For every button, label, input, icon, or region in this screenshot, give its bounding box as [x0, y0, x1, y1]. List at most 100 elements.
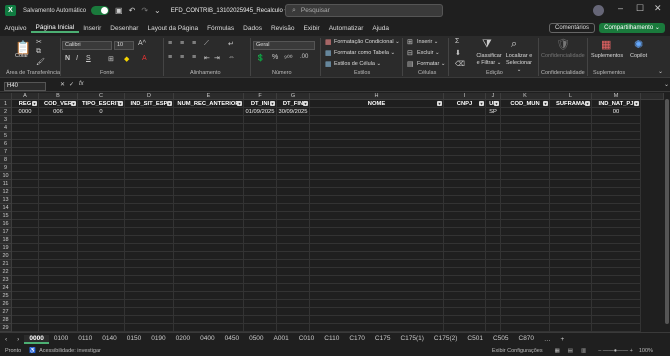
empty-cell[interactable] [125, 292, 174, 300]
empty-cell[interactable] [444, 244, 486, 252]
empty-cell[interactable] [12, 124, 39, 132]
empty-cell[interactable] [174, 124, 244, 132]
empty-cell[interactable] [310, 324, 444, 332]
empty-cell[interactable] [501, 308, 550, 316]
empty-cell[interactable] [444, 188, 486, 196]
clear-icon[interactable]: ⌫ [455, 60, 465, 68]
empty-cell[interactable] [244, 236, 277, 244]
row-header[interactable]: 11 [0, 180, 12, 188]
sheet-tab[interactable]: C175(1) [395, 335, 428, 344]
empty-cell[interactable] [592, 276, 641, 284]
empty-cell[interactable] [550, 316, 592, 324]
empty-cell[interactable] [244, 276, 277, 284]
decrease-indent-icon[interactable]: ⇤ [204, 54, 210, 62]
empty-cell[interactable] [174, 268, 244, 276]
empty-cell[interactable] [39, 132, 78, 140]
empty-cell[interactable] [310, 252, 444, 260]
empty-cell[interactable] [78, 204, 125, 212]
empty-cell[interactable] [310, 260, 444, 268]
empty-cell[interactable] [12, 316, 39, 324]
empty-cell[interactable] [277, 204, 310, 212]
column-header-k[interactable]: K [501, 93, 550, 100]
empty-cell[interactable] [444, 284, 486, 292]
menu-ajuda[interactable]: Ajuda [368, 25, 394, 32]
empty-cell[interactable] [592, 252, 641, 260]
empty-cell[interactable] [244, 188, 277, 196]
row-header[interactable]: 1 [0, 100, 12, 108]
row-header[interactable]: 22 [0, 268, 12, 276]
empty-cell[interactable] [310, 244, 444, 252]
empty-cell[interactable] [174, 156, 244, 164]
worksheet-grid[interactable]: A B C D E F G H I J K L M 1 REG ▾ COD_VER ▾ TIPO_ESCRIT ▾ IN… [0, 93, 664, 332]
empty-cell[interactable] [277, 228, 310, 236]
empty-cell[interactable] [277, 236, 310, 244]
empty-cell[interactable] [501, 124, 550, 132]
data-cell[interactable]: SP [486, 108, 501, 116]
empty-cell[interactable] [125, 252, 174, 260]
data-cell[interactable]: 30/09/2025 [277, 108, 310, 116]
empty-cell[interactable] [174, 188, 244, 196]
empty-cell[interactable] [12, 156, 39, 164]
empty-cell[interactable] [174, 164, 244, 172]
empty-cell[interactable] [39, 220, 78, 228]
empty-cell[interactable] [592, 188, 641, 196]
align-bottom-icon[interactable]: ≡ [192, 40, 196, 47]
currency-icon[interactable]: 💲 [256, 54, 265, 62]
header-cell-ind-nat-pj[interactable]: IND_NAT_PJ ▾ [592, 100, 641, 108]
empty-cell[interactable] [125, 164, 174, 172]
sheet-tab[interactable]: C501 [462, 335, 488, 344]
empty-cell[interactable] [39, 284, 78, 292]
empty-cell[interactable] [550, 284, 592, 292]
empty-cell[interactable] [244, 180, 277, 188]
row-header[interactable]: 26 [0, 300, 12, 308]
empty-cell[interactable] [277, 148, 310, 156]
empty-cell[interactable] [39, 188, 78, 196]
insert-cells-button[interactable]: Inserir ⌄ [417, 39, 438, 45]
empty-cell[interactable] [78, 212, 125, 220]
sort-filter-button[interactable]: Classificar e Filtrar ⌄ [476, 53, 502, 67]
empty-cell[interactable] [174, 132, 244, 140]
empty-cell[interactable] [592, 220, 641, 228]
empty-cell[interactable] [277, 180, 310, 188]
row-header[interactable]: 21 [0, 260, 12, 268]
empty-cell[interactable] [444, 196, 486, 204]
empty-cell[interactable] [12, 268, 39, 276]
redo-icon[interactable]: ↷ [141, 6, 148, 15]
insert-function-icon[interactable]: fx [79, 81, 84, 87]
empty-cell[interactable] [550, 212, 592, 220]
page-break-icon[interactable]: ▥ [581, 348, 586, 354]
empty-cell[interactable] [244, 212, 277, 220]
column-header-c[interactable]: C [78, 93, 125, 100]
empty-cell[interactable] [277, 276, 310, 284]
empty-cell[interactable] [550, 148, 592, 156]
empty-cell[interactable] [174, 228, 244, 236]
data-cell[interactable] [125, 108, 174, 116]
empty-cell[interactable] [550, 156, 592, 164]
wrap-text-icon[interactable]: ↵ [228, 40, 234, 48]
empty-cell[interactable] [486, 244, 501, 252]
empty-cell[interactable] [444, 140, 486, 148]
empty-cell[interactable] [501, 244, 550, 252]
sheet-tab[interactable]: 0000 [24, 334, 49, 344]
filter-dropdown-icon[interactable]: ▾ [71, 101, 76, 106]
empty-cell[interactable] [125, 316, 174, 324]
row-header[interactable]: 9 [0, 164, 12, 172]
empty-cell[interactable] [277, 244, 310, 252]
row-header[interactable]: 24 [0, 284, 12, 292]
empty-cell[interactable] [550, 244, 592, 252]
empty-cell[interactable] [174, 300, 244, 308]
empty-cell[interactable] [486, 284, 501, 292]
number-format-select[interactable]: Geral [253, 41, 315, 50]
empty-cell[interactable] [39, 204, 78, 212]
empty-cell[interactable] [174, 276, 244, 284]
menu-inserir[interactable]: Inserir [79, 25, 106, 32]
menu-p-gina-inicial[interactable]: Página Inicial [31, 24, 79, 33]
empty-cell[interactable] [244, 284, 277, 292]
empty-cell[interactable] [486, 124, 501, 132]
empty-cell[interactable] [486, 180, 501, 188]
empty-cell[interactable] [444, 148, 486, 156]
data-cell[interactable] [444, 108, 486, 116]
sheet-tab[interactable]: A001 [269, 335, 294, 344]
empty-cell[interactable] [486, 164, 501, 172]
empty-cell[interactable] [550, 140, 592, 148]
